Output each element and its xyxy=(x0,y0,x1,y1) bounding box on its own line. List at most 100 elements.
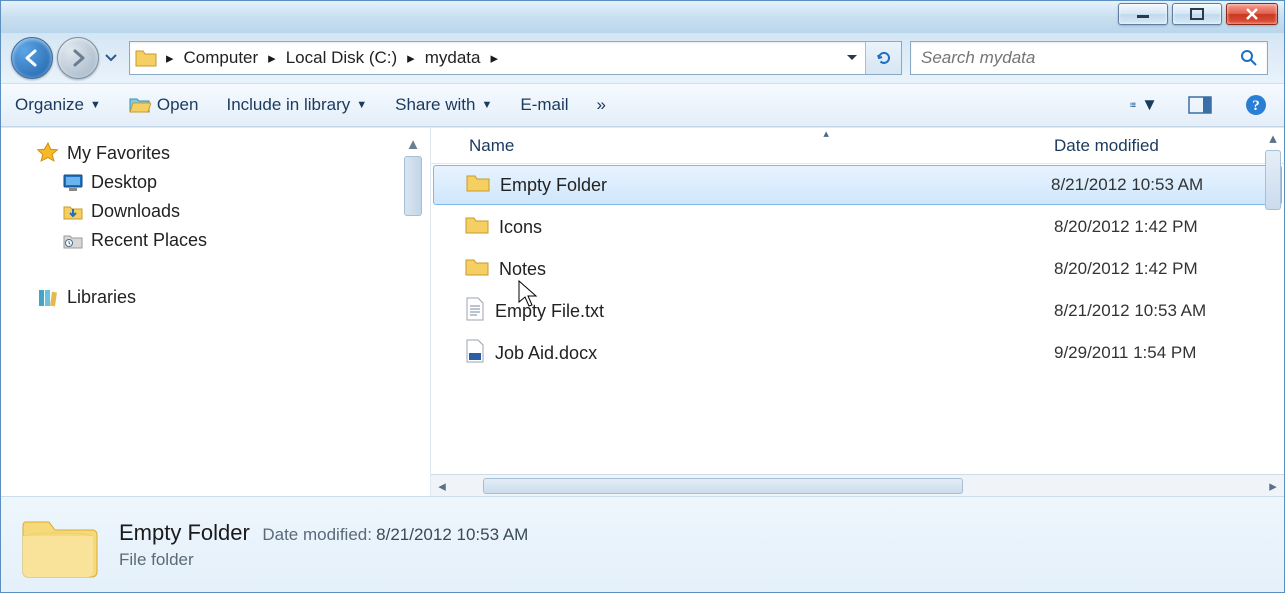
toolbar-label: Open xyxy=(157,95,199,115)
scroll-thumb[interactable] xyxy=(404,156,422,216)
details-text: Empty Folder Date modified: 8/21/2012 10… xyxy=(119,520,528,570)
folder-icon xyxy=(465,257,489,282)
breadcrumb-arrow-icon[interactable]: ▸ xyxy=(162,49,178,67)
body: My Favorites Desktop Downloads Recent Pl… xyxy=(1,127,1284,496)
column-date-modified[interactable]: Date modified xyxy=(1054,136,1284,156)
file-row[interactable]: Job Aid.docx 9/29/2011 1:54 PM xyxy=(431,332,1284,374)
file-row[interactable]: Empty Folder 8/21/2012 10:53 AM xyxy=(433,165,1282,205)
sidebar-item-label: Desktop xyxy=(91,172,157,193)
file-date: 8/20/2012 1:42 PM xyxy=(1054,217,1284,237)
help-button[interactable]: ? xyxy=(1242,91,1270,119)
downloads-icon xyxy=(63,203,83,221)
organize-menu[interactable]: Organize▼ xyxy=(15,95,101,115)
search-input[interactable] xyxy=(919,47,1239,69)
file-name: Empty Folder xyxy=(500,175,607,196)
file-list-pane: ▴ Name Date modified Empty Folder 8/21/20… xyxy=(431,128,1284,496)
titlebar xyxy=(1,1,1284,33)
libraries-icon xyxy=(37,288,59,308)
breadcrumb-mydata[interactable]: mydata xyxy=(419,48,487,68)
scroll-up-icon[interactable]: ▲ xyxy=(402,134,424,154)
file-row[interactable]: Empty File.txt 8/21/2012 10:53 AM xyxy=(431,290,1284,332)
details-subtitle: File folder xyxy=(119,550,528,570)
toolbar-label: Organize xyxy=(15,95,84,115)
vertical-scrollbar[interactable]: ▴ xyxy=(1262,128,1284,474)
explorer-window: ▸ Computer ▸ Local Disk (C:) ▸ mydata ▸ … xyxy=(0,0,1285,593)
column-headers: ▴ Name Date modified xyxy=(431,128,1284,164)
details-title: Empty Folder xyxy=(119,520,250,545)
scroll-thumb[interactable] xyxy=(1265,150,1281,210)
share-with-menu[interactable]: Share with▼ xyxy=(395,95,492,115)
sidebar-item-label: Recent Places xyxy=(91,230,207,251)
column-name[interactable]: Name xyxy=(431,136,1054,156)
sidebar-scrollbar[interactable]: ▲ xyxy=(402,134,424,496)
file-icon xyxy=(465,297,485,326)
breadcrumb-arrow-icon[interactable]: ▸ xyxy=(403,49,419,67)
libraries-group[interactable]: Libraries xyxy=(1,283,430,312)
navigation-pane[interactable]: My Favorites Desktop Downloads Recent Pl… xyxy=(1,128,431,496)
open-button[interactable]: Open xyxy=(129,95,199,115)
sidebar-item-desktop[interactable]: Desktop xyxy=(1,168,430,197)
include-in-library-menu[interactable]: Include in library▼ xyxy=(226,95,367,115)
open-folder-icon xyxy=(129,96,151,114)
view-icon xyxy=(1130,96,1137,114)
sidebar-item-recent-places[interactable]: Recent Places xyxy=(1,226,430,255)
toolbar-label: E-mail xyxy=(520,95,568,115)
file-date: 9/29/2011 1:54 PM xyxy=(1054,343,1284,363)
svg-text:?: ? xyxy=(1252,98,1260,114)
folder-icon xyxy=(466,173,490,198)
file-name: Job Aid.docx xyxy=(495,343,597,364)
folder-icon xyxy=(465,215,489,240)
favorites-group[interactable]: My Favorites xyxy=(1,138,430,168)
details-meta-label: Date modified: xyxy=(262,525,372,544)
file-name: Notes xyxy=(499,259,546,280)
toolbar-label: Share with xyxy=(395,95,475,115)
toolbar-overflow[interactable]: » xyxy=(597,95,606,115)
address-history-dropdown[interactable] xyxy=(837,42,865,74)
scroll-thumb[interactable] xyxy=(483,478,963,494)
preview-pane-icon xyxy=(1188,96,1212,114)
maximize-button[interactable] xyxy=(1172,3,1222,25)
breadcrumb-arrow-icon[interactable]: ▸ xyxy=(264,49,280,67)
search-icon xyxy=(1239,48,1259,68)
breadcrumb-arrow-icon[interactable]: ▸ xyxy=(486,49,502,67)
close-button[interactable] xyxy=(1226,3,1278,25)
preview-pane-button[interactable] xyxy=(1186,91,1214,119)
file-row[interactable]: Icons 8/20/2012 1:42 PM xyxy=(431,206,1284,248)
recent-locations-dropdown[interactable] xyxy=(103,50,119,66)
horizontal-scrollbar[interactable]: ◂ ▸ xyxy=(431,474,1284,496)
view-options-button[interactable]: ▼ xyxy=(1130,91,1158,119)
minimize-button[interactable] xyxy=(1118,3,1168,25)
scroll-right-icon[interactable]: ▸ xyxy=(1262,476,1284,496)
refresh-button[interactable] xyxy=(865,42,901,74)
toolbar: Organize▼ Open Include in library▼ Share… xyxy=(1,83,1284,127)
file-name: Icons xyxy=(499,217,542,238)
sidebar-label: Libraries xyxy=(67,287,136,308)
forward-button[interactable] xyxy=(57,37,99,79)
file-name: Empty File.txt xyxy=(495,301,604,322)
details-meta-value: 8/21/2012 10:53 AM xyxy=(376,525,528,544)
scroll-up-icon[interactable]: ▴ xyxy=(1262,128,1284,148)
sidebar-item-label: Downloads xyxy=(91,201,180,222)
sidebar-item-downloads[interactable]: Downloads xyxy=(1,197,430,226)
navigation-row: ▸ Computer ▸ Local Disk (C:) ▸ mydata ▸ xyxy=(1,33,1284,83)
search-box[interactable] xyxy=(910,41,1268,75)
desktop-icon xyxy=(63,174,83,192)
recent-places-icon xyxy=(63,232,83,250)
folder-icon xyxy=(134,46,158,70)
toolbar-label: Include in library xyxy=(226,95,350,115)
file-rows: Empty Folder 8/21/2012 10:53 AM Icons 8/20/… xyxy=(431,164,1284,474)
address-bar[interactable]: ▸ Computer ▸ Local Disk (C:) ▸ mydata ▸ xyxy=(129,41,902,75)
sort-indicator-icon: ▴ xyxy=(823,127,829,140)
scroll-left-icon[interactable]: ◂ xyxy=(431,476,453,496)
back-button[interactable] xyxy=(11,37,53,79)
email-button[interactable]: E-mail xyxy=(520,95,568,115)
star-icon xyxy=(37,142,59,164)
file-date: 8/21/2012 10:53 AM xyxy=(1054,301,1284,321)
file-date: 8/20/2012 1:42 PM xyxy=(1054,259,1284,279)
breadcrumb-computer[interactable]: Computer xyxy=(178,48,265,68)
breadcrumb-localdisk[interactable]: Local Disk (C:) xyxy=(280,48,403,68)
help-icon: ? xyxy=(1245,94,1267,116)
file-row[interactable]: Notes 8/20/2012 1:42 PM xyxy=(431,248,1284,290)
file-date: 8/21/2012 10:53 AM xyxy=(1051,175,1281,195)
sidebar-label: My Favorites xyxy=(67,143,170,164)
